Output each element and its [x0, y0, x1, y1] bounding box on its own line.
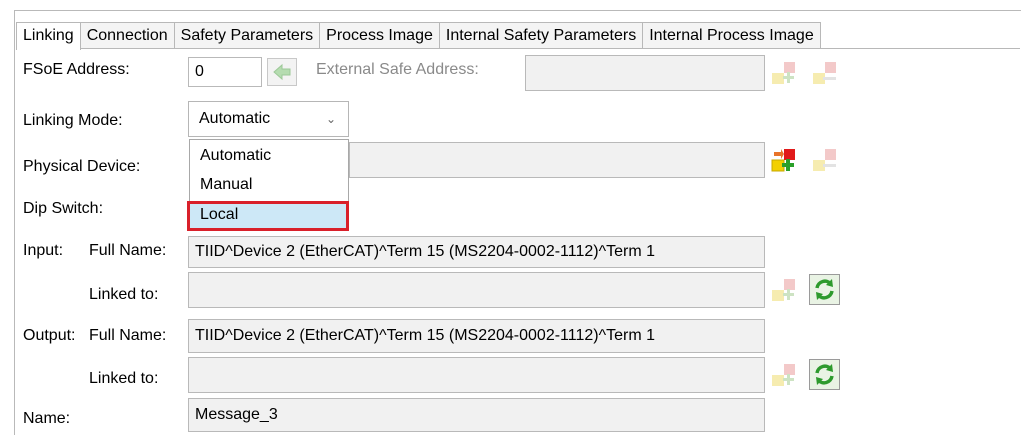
linking-mode-label: Linking Mode: — [23, 112, 123, 129]
link-remove-icon — [813, 62, 836, 84]
input-full-name-field[interactable]: TIID^Device 2 (EtherCAT)^Term 15 (MS2204… — [188, 236, 765, 268]
link-device-button[interactable] — [770, 146, 798, 174]
tab-linking[interactable]: Linking — [16, 22, 81, 50]
fsoe-address-label: FSoE Address: — [23, 61, 130, 78]
output-linked-to-label: Linked to: — [89, 370, 159, 387]
refresh-icon — [815, 364, 834, 385]
input-linked-to-label: Linked to: — [89, 286, 159, 303]
linking-mode-select[interactable]: Automatic ⌄ — [188, 101, 349, 137]
physical-device-label: Physical Device: — [23, 158, 141, 175]
unlink-device-button-disabled[interactable] — [811, 146, 839, 174]
output-refresh-button[interactable] — [809, 359, 840, 390]
tab-internal-safety-parameters[interactable]: Internal Safety Parameters — [438, 22, 644, 49]
tab-safety-parameters[interactable]: Safety Parameters — [173, 22, 321, 49]
option-manual[interactable]: Manual — [190, 171, 348, 199]
output-linked-to-field[interactable] — [188, 357, 765, 393]
linking-mode-value: Automatic — [199, 110, 271, 127]
output-full-name-field[interactable]: TIID^Device 2 (EtherCAT)^Term 15 (MS2204… — [188, 319, 765, 353]
output-link-button-disabled[interactable] — [770, 361, 798, 389]
tab-process-image[interactable]: Process Image — [319, 22, 440, 49]
link-add-icon — [771, 149, 795, 172]
selection-highlight-box — [187, 201, 349, 231]
tab-bar: Linking Connection Safety Parameters Pro… — [16, 22, 821, 50]
input-label: Input: — [23, 242, 64, 259]
arrow-left-icon — [273, 63, 291, 81]
chevron-down-icon: ⌄ — [325, 112, 336, 126]
name-field[interactable]: Message_3 — [188, 398, 765, 432]
apply-arrow-button[interactable] — [267, 58, 297, 86]
link-add-icon — [772, 279, 795, 301]
output-full-name-label: Full Name: — [89, 327, 167, 344]
input-linked-to-field[interactable] — [188, 272, 765, 308]
input-refresh-button[interactable] — [809, 274, 840, 305]
external-safe-address-label: External Safe Address: — [316, 61, 479, 78]
tab-connection[interactable]: Connection — [79, 22, 175, 49]
input-link-button-disabled[interactable] — [770, 276, 798, 304]
link-add-icon — [772, 62, 795, 84]
tab-internal-process-image[interactable]: Internal Process Image — [642, 22, 821, 49]
name-label: Name: — [23, 410, 71, 427]
option-automatic[interactable]: Automatic — [190, 142, 348, 170]
link-add-icon — [772, 364, 795, 386]
input-full-name-label: Full Name: — [89, 242, 167, 259]
physical-device-input[interactable] — [349, 142, 765, 178]
link-add-button-disabled[interactable] — [770, 59, 798, 87]
refresh-icon — [815, 279, 834, 300]
output-label: Output: — [23, 327, 76, 344]
link-remove-icon — [813, 149, 836, 171]
external-safe-address-input[interactable] — [525, 55, 765, 91]
link-remove-button-disabled[interactable] — [811, 59, 839, 87]
dip-switch-label: Dip Switch: — [23, 200, 104, 217]
fsoe-address-input[interactable]: 0 — [188, 57, 262, 87]
tab-divider — [16, 48, 1020, 49]
